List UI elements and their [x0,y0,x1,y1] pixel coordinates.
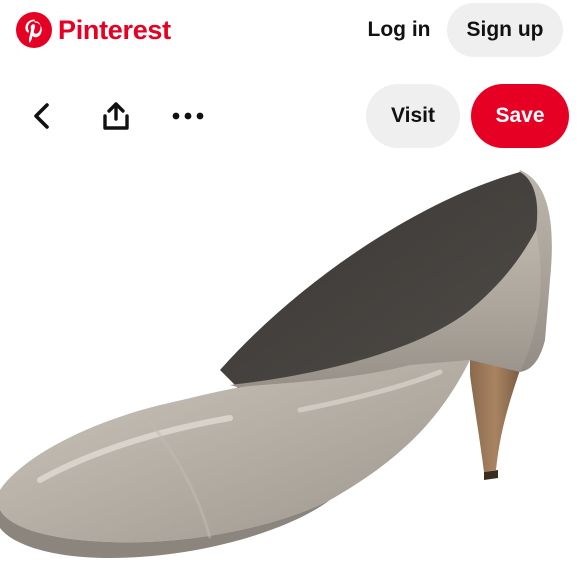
share-icon [103,102,129,130]
brand-logo-link[interactable]: Pinterest [16,12,171,48]
signup-button[interactable]: Sign up [447,3,563,57]
back-button[interactable] [22,96,62,136]
more-options-button[interactable] [168,96,208,136]
save-button[interactable]: Save [471,84,569,148]
ellipsis-icon [172,112,204,120]
top-navigation-bar: Pinterest Log in Sign up [0,0,580,62]
brand-name: Pinterest [58,14,171,45]
pin-action-bar: Visit Save [0,80,580,152]
pinterest-logo-icon [16,12,52,48]
shoe-illustration [0,170,552,558]
login-button[interactable]: Log in [354,4,444,56]
share-button[interactable] [96,96,136,136]
pin-image[interactable] [0,160,580,580]
visit-button[interactable]: Visit [366,84,460,148]
chevron-left-icon [34,103,49,129]
